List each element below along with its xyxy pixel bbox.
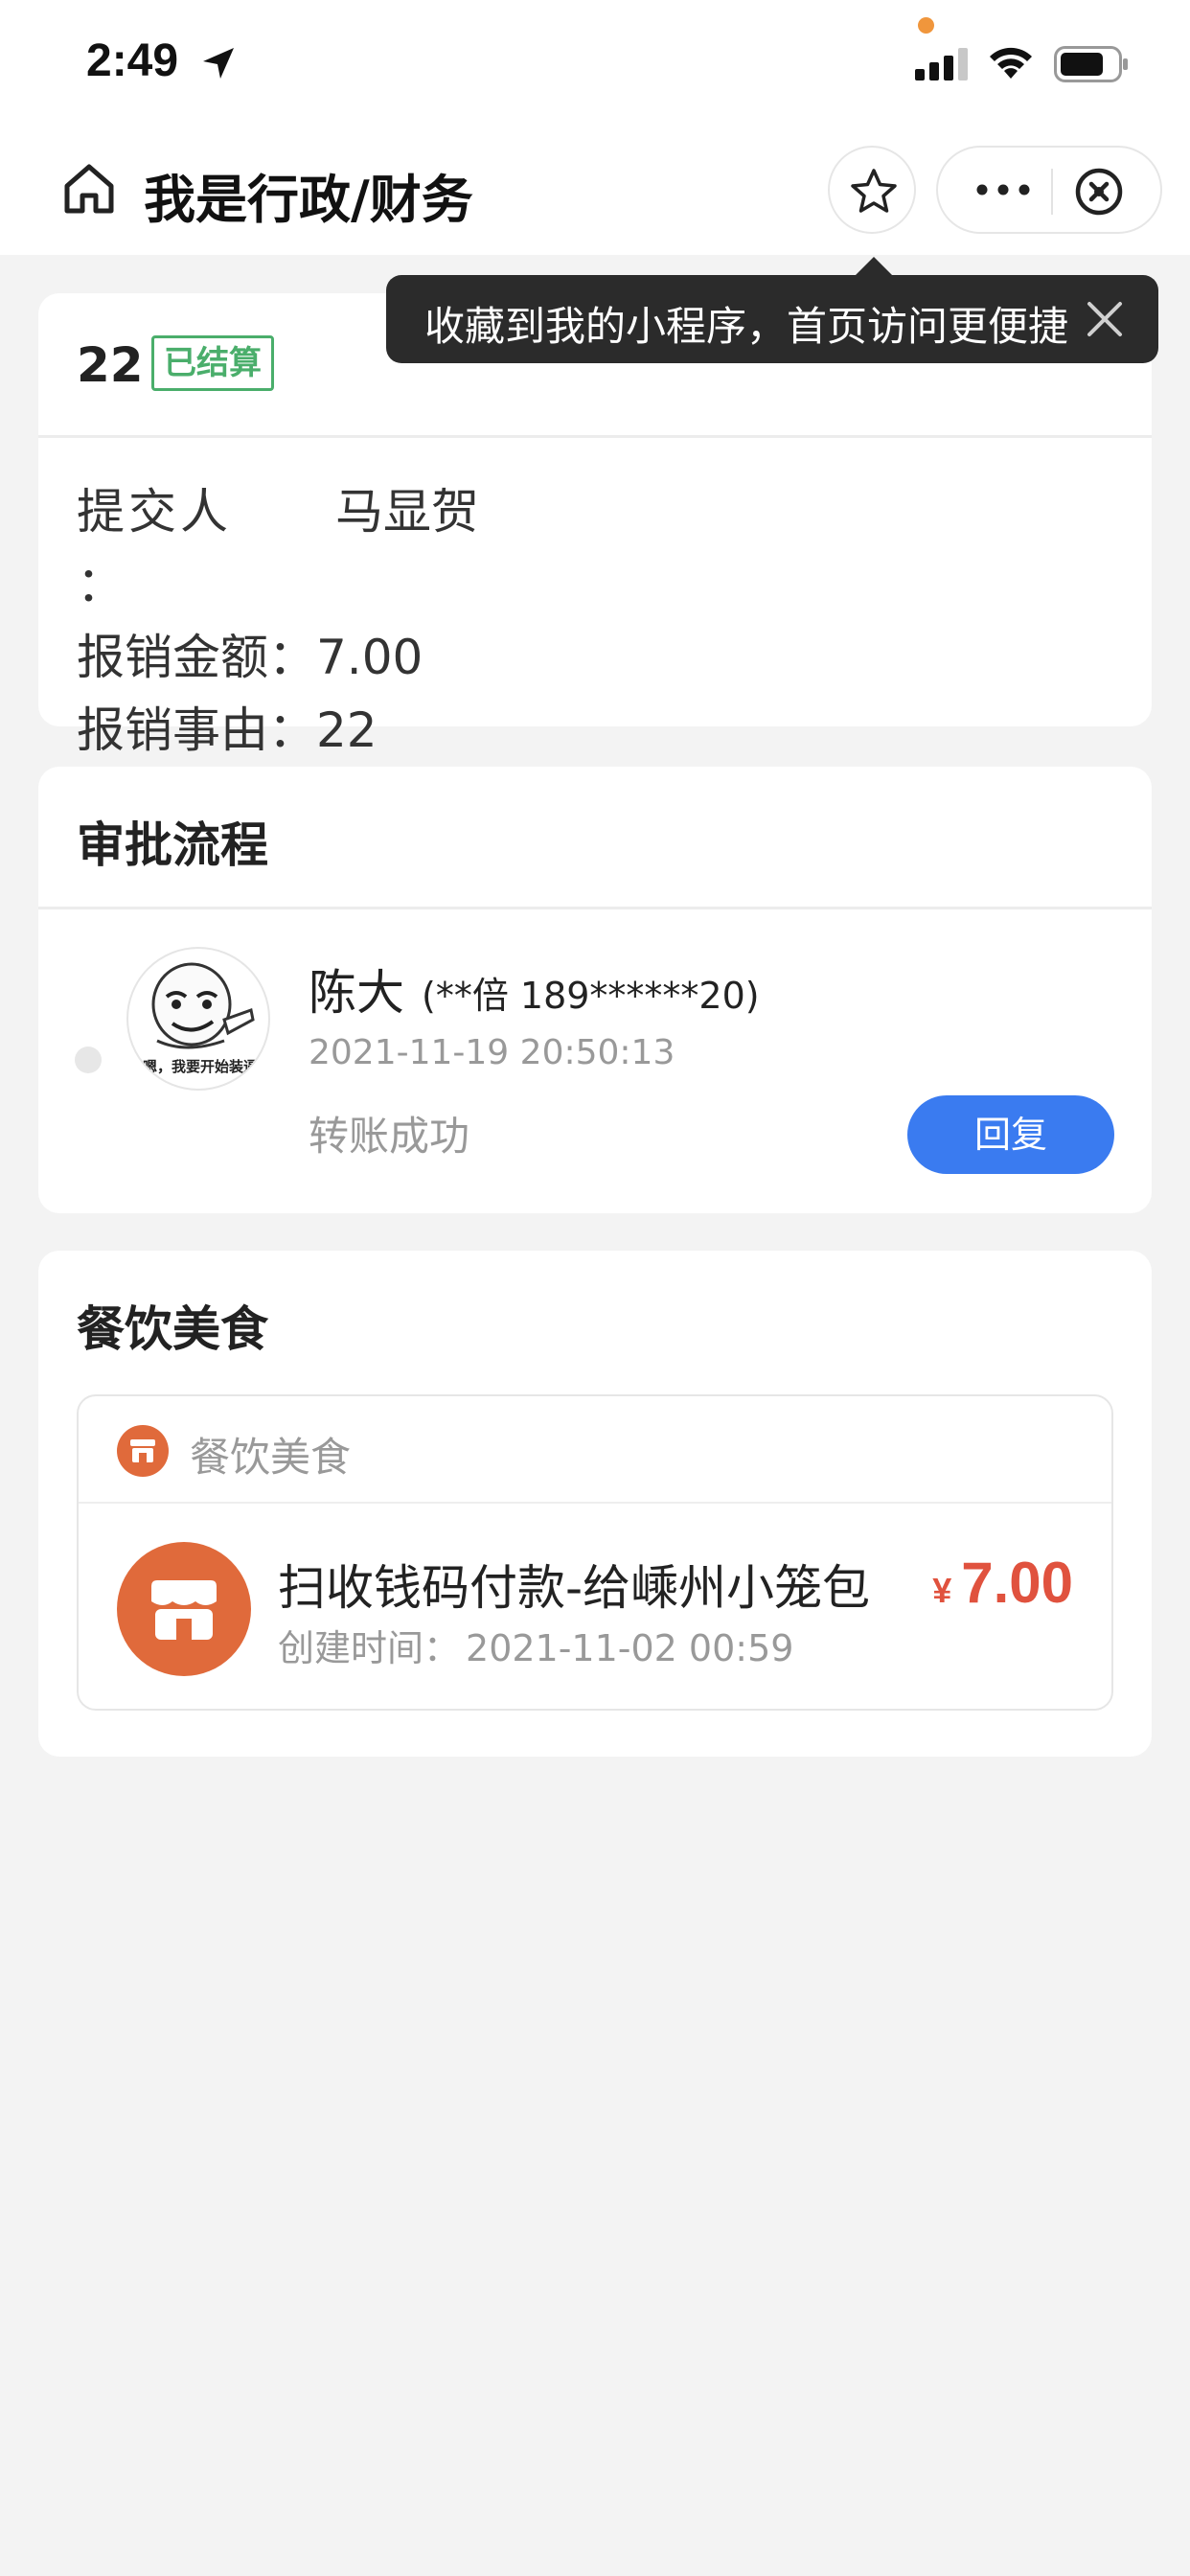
page-title: 我是行政/财务 <box>144 170 473 230</box>
capsule-separator <box>1051 169 1053 215</box>
signal-icon <box>915 48 968 80</box>
battery-icon <box>1054 46 1128 82</box>
expense-title: 餐饮美食 <box>77 1301 268 1357</box>
category-name: 餐饮美食 <box>190 1434 352 1481</box>
star-icon <box>851 169 897 213</box>
status-bar: 2:49 <box>0 0 1190 130</box>
info-row-amount: 报销金额： 7.00 <box>77 621 479 694</box>
record-info: 提交人： 马显贺 报销金额： 7.00 报销事由： 22 <box>77 475 479 767</box>
close-circle-icon[interactable] <box>1074 167 1124 217</box>
wifi-icon <box>990 47 1032 79</box>
nav-bar: 我是行政/财务 <box>0 130 1190 255</box>
info-value: 22 <box>316 702 378 758</box>
tooltip-text: 收藏到我的小程序，首页访问更便捷 <box>424 303 1069 350</box>
item-created-time: 创建时间： 2021-11-02 00:59 <box>278 1627 794 1669</box>
approval-title: 审批流程 <box>77 817 268 873</box>
info-value: 马显贺 <box>335 484 479 540</box>
approval-card: 审批流程 嗯，我要开始装逼 陈大 (**倍 189******20) 2021-… <box>38 767 1152 1213</box>
info-label: 报销金额： <box>77 630 316 685</box>
shop-icon <box>117 1425 169 1477</box>
info-label: 报销事由： <box>77 702 316 758</box>
more-icon[interactable] <box>973 169 1034 211</box>
home-icon[interactable] <box>59 159 119 218</box>
expense-card: 餐饮美食 餐饮美食 扫收钱码付款-给嵊州小笼包 创建时间： 2021-11-02 … <box>38 1251 1152 1757</box>
approver-phone: (**倍 189******20) <box>422 975 760 1017</box>
camera-indicator-dot <box>918 17 934 34</box>
info-label: 提交人： <box>77 484 232 612</box>
category-divider <box>79 1502 1111 1504</box>
status-badge: 已结算 <box>151 335 274 391</box>
tooltip-arrow <box>855 257 893 276</box>
close-icon[interactable] <box>1084 298 1126 340</box>
location-arrow-icon <box>203 48 234 79</box>
approver-name: 陈大 <box>309 965 404 1021</box>
mini-program-capsule <box>936 146 1162 234</box>
avatar[interactable]: 嗯，我要开始装逼 <box>126 947 270 1091</box>
card-divider <box>38 907 1152 909</box>
card-divider <box>38 435 1152 438</box>
record-number: 22 <box>77 337 144 393</box>
info-row-submitter: 提交人： 马显贺 <box>77 475 479 621</box>
status-time: 2:49 <box>86 35 179 86</box>
shop-icon <box>117 1542 251 1676</box>
item-price: ¥7.00 <box>932 1551 1073 1615</box>
avatar-caption: 嗯，我要开始装逼 <box>142 1058 258 1075</box>
item-title: 扫收钱码付款-给嵊州小笼包 <box>278 1560 871 1616</box>
info-row-reason: 报销事由： 22 <box>77 694 479 767</box>
favorite-button[interactable] <box>828 146 916 234</box>
reply-button[interactable]: 回复 <box>907 1095 1114 1174</box>
approval-status: 转账成功 <box>309 1113 470 1160</box>
favorite-tooltip: 收藏到我的小程序，首页访问更便捷 <box>386 275 1158 363</box>
page: 2:49 我是行政/财务 22 已结算 提交人： 马显贺 报销金额： 7.00 … <box>0 0 1190 2576</box>
approval-time: 2021-11-19 20:50:13 <box>309 1033 675 1072</box>
timeline-dot <box>75 1046 102 1073</box>
expense-category-box: 餐饮美食 扫收钱码付款-给嵊州小笼包 创建时间： 2021-11-02 00:59… <box>77 1394 1113 1711</box>
info-value: 7.00 <box>316 630 423 685</box>
